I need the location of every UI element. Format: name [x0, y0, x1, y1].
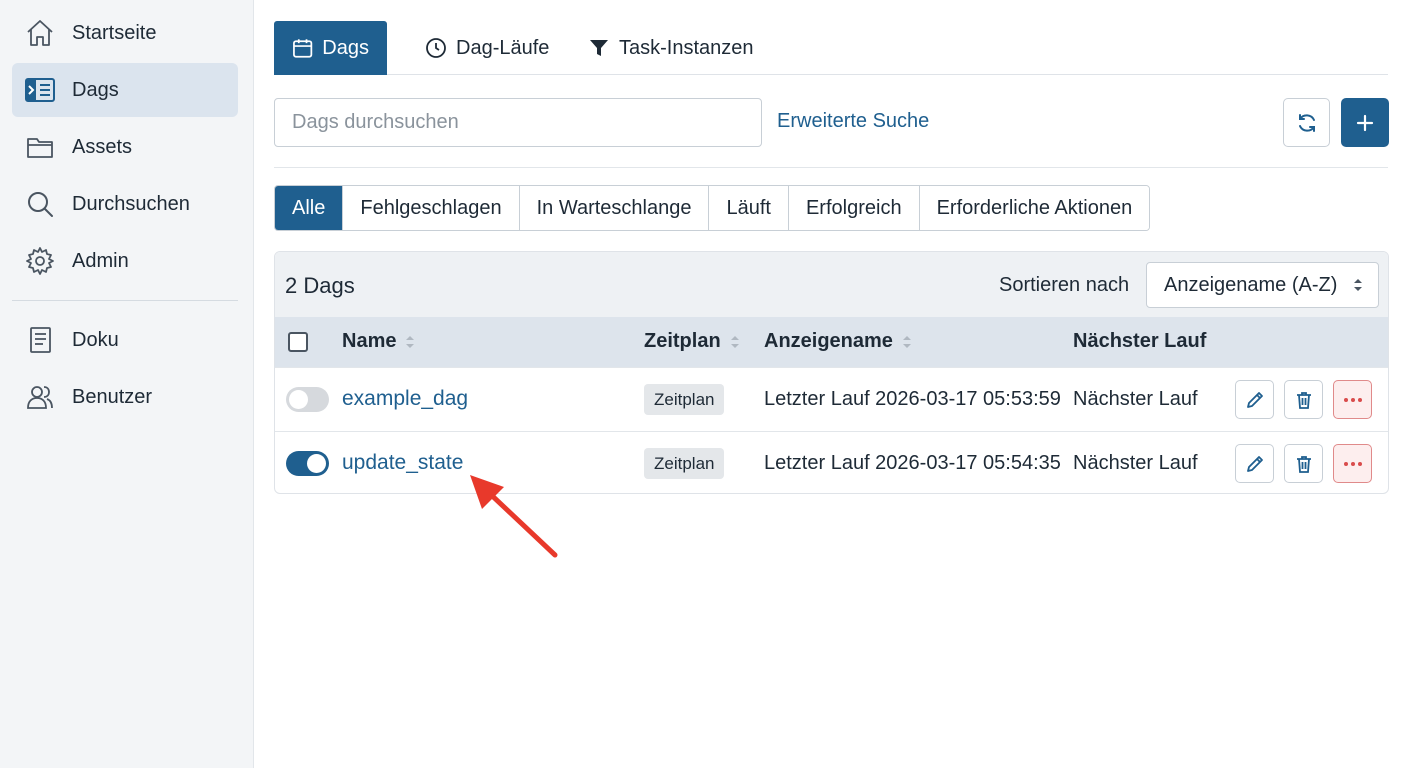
sort-select[interactable]: Anzeigename (A-Z) [1146, 262, 1379, 308]
advanced-search-link[interactable]: Erweiterte Suche [777, 110, 929, 133]
folder-icon [24, 131, 56, 163]
filter-in-warteschlange[interactable]: In Warteschlange [519, 186, 710, 230]
sidebar-item-benutzer[interactable]: Benutzer [12, 370, 238, 424]
sidebar-item-label: Benutzer [72, 385, 153, 408]
sidebar-item-durchsuchen[interactable]: Durchsuchen [12, 177, 238, 231]
schedule-badge: Zeitplan [644, 448, 725, 479]
refresh-icon [1298, 113, 1315, 132]
dag-name-link[interactable]: example_dag [342, 387, 468, 411]
more-actions-button[interactable] [1333, 444, 1372, 483]
sidebar-item-admin[interactable]: Admin [12, 234, 238, 288]
table-row: update_state Zeitplan Letzter Lauf 2026-… [275, 431, 1388, 493]
dag-enable-toggle[interactable] [286, 387, 329, 412]
filter-erfolgreich[interactable]: Erfolgreich [788, 186, 920, 230]
app-window: Startseite Dags Assets Durchsuchen Admin [0, 0, 1408, 768]
next-run-text: Nächster Lauf [1073, 452, 1198, 474]
sidebar-item-label: Admin [72, 249, 129, 272]
column-schedule[interactable]: Zeitplan [644, 330, 740, 353]
sidebar-item-startseite[interactable]: Startseite [12, 6, 238, 60]
filter-fehlgeschlagen[interactable]: Fehlgeschlagen [343, 186, 520, 230]
sidebar-item-doku[interactable]: Doku [12, 313, 238, 367]
calendar-icon [293, 39, 313, 58]
sidebar-divider [12, 300, 238, 301]
column-next-run: Nächster Lauf [1073, 330, 1207, 352]
column-name[interactable]: Name [342, 330, 415, 353]
more-icon [1343, 397, 1362, 402]
table-header: Name Zeitplan Anzeigename Nächster Lauf [275, 317, 1388, 367]
dag-count: 2 Dags [285, 273, 355, 298]
filter-alle[interactable]: Alle [275, 186, 344, 230]
more-actions-button[interactable] [1333, 380, 1372, 419]
tab-dag-laeufe[interactable]: Dag-Läufe [407, 21, 567, 75]
column-display-name[interactable]: Anzeigename [764, 330, 912, 353]
trash-icon [1296, 455, 1311, 473]
users-icon [24, 381, 56, 413]
table-row: example_dag Zeitplan Letzter Lauf 2026-0… [275, 367, 1388, 431]
refresh-button[interactable] [1283, 98, 1330, 147]
annotation-arrow-icon [470, 475, 558, 558]
plus-icon [1356, 114, 1374, 131]
edit-button[interactable] [1235, 380, 1274, 419]
sidebar-item-label: Dags [72, 78, 119, 101]
clock-icon [426, 38, 446, 58]
divider [274, 167, 1388, 168]
more-icon [1343, 461, 1362, 466]
filter-icon [590, 40, 608, 56]
sidebar-item-assets[interactable]: Assets [12, 120, 238, 174]
sidebar-item-label: Assets [72, 135, 133, 158]
sort-caret-icon [1354, 279, 1362, 291]
dag-list-icon [24, 74, 56, 106]
tab-bar: Dags Dag-Läufe Task-Instanzen [274, 21, 1388, 75]
dag-list-panel: 2 Dags Sortieren nach Anzeigename (A-Z) … [274, 251, 1389, 494]
sidebar-item-label: Durchsuchen [72, 192, 190, 215]
schedule-badge: Zeitplan [644, 384, 725, 415]
sidebar-item-label: Doku [72, 328, 119, 351]
last-run-text: Letzter Lauf 2026-03-17 05:54:35 [764, 452, 1061, 474]
select-all-checkbox[interactable] [288, 332, 308, 352]
filter-laeuft[interactable]: Läuft [709, 186, 789, 230]
sort-label: Sortieren nach [999, 274, 1130, 296]
sort-icon [730, 335, 739, 348]
next-run-text: Nächster Lauf [1073, 388, 1198, 410]
add-dag-button[interactable] [1341, 98, 1389, 147]
filter-erforderliche-aktionen[interactable]: Erforderliche Aktionen [919, 186, 1150, 230]
sort-icon [902, 335, 911, 348]
tab-task-instanzen[interactable]: Task-Instanzen [570, 21, 772, 75]
sidebar-item-label: Startseite [72, 21, 157, 44]
dag-search-input[interactable] [274, 98, 762, 147]
main-content: Dags Dag-Läufe Task-Instanzen Erweiterte… [254, 0, 1408, 768]
home-icon [24, 17, 56, 49]
list-header: 2 Dags Sortieren nach Anzeigename (A-Z) [275, 252, 1388, 317]
pencil-icon [1246, 455, 1263, 472]
edit-button[interactable] [1235, 444, 1274, 483]
delete-button[interactable] [1284, 380, 1323, 419]
sort-icon [406, 335, 415, 348]
delete-button[interactable] [1284, 444, 1323, 483]
sidebar-item-dags[interactable]: Dags [12, 63, 238, 117]
document-icon [24, 324, 56, 356]
status-filter-group: Alle Fehlgeschlagen In Warteschlange Läu… [274, 185, 1151, 231]
dag-name-link[interactable]: update_state [342, 451, 463, 475]
last-run-text: Letzter Lauf 2026-03-17 05:53:59 [764, 388, 1061, 410]
sidebar: Startseite Dags Assets Durchsuchen Admin [0, 0, 254, 768]
dag-enable-toggle[interactable] [286, 451, 329, 476]
search-icon [24, 188, 56, 220]
tab-dags[interactable]: Dags [274, 21, 387, 75]
gear-icon [24, 245, 56, 277]
pencil-icon [1246, 391, 1263, 408]
trash-icon [1296, 391, 1311, 409]
